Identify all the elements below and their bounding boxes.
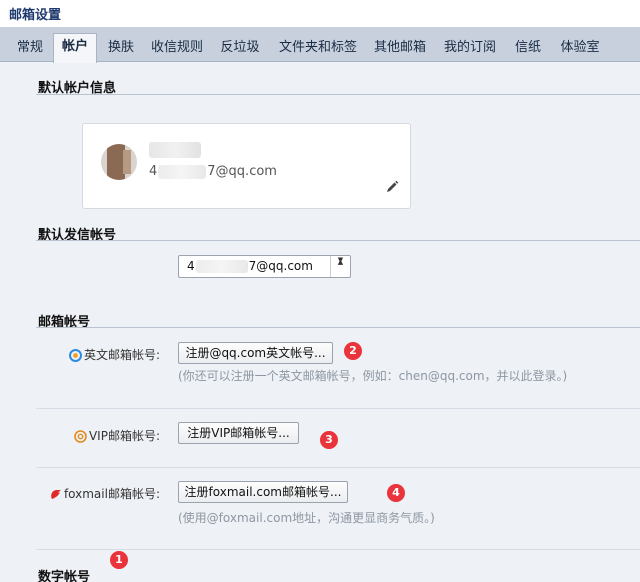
tab-anti-spam[interactable]: 反垃圾 <box>214 35 266 62</box>
foxmail-logo-icon <box>51 490 61 499</box>
tab-skin[interactable]: 换肤 <box>101 35 141 62</box>
vip-account-label: VIP邮箱帐号: <box>60 427 160 444</box>
at-sign-icon <box>74 430 87 443</box>
register-foxmail-account-button[interactable]: 注册foxmail.com邮箱帐号... <box>178 481 348 503</box>
tab-account[interactable]: 帐户 <box>53 33 97 63</box>
annotation-marker-2: 2 <box>344 342 362 360</box>
tab-lab[interactable]: 体验室 <box>554 35 606 62</box>
annotation-marker-1: 1 <box>110 551 128 569</box>
english-account-hint: (你还可以注册一个英文邮箱帐号，例如：chen@qq.com，并以此登录。) <box>178 369 568 383</box>
register-english-account-button[interactable]: 注册@qq.com英文帐号... <box>178 342 333 364</box>
section-divider <box>36 327 640 328</box>
avatar[interactable] <box>101 144 137 180</box>
tab-folders-labels[interactable]: 文件夹和标签 <box>274 35 362 62</box>
tab-my-subscriptions[interactable]: 我的订阅 <box>440 35 500 62</box>
register-vip-account-button[interactable]: 注册VIP邮箱帐号... <box>178 422 299 444</box>
annotation-marker-4: 4 <box>387 484 405 502</box>
row-divider <box>36 408 640 409</box>
tab-general[interactable]: 常规 <box>10 35 50 62</box>
foxmail-account-hint: (使用@foxmail.com地址，沟通更显商务气质。) <box>178 511 435 525</box>
default-sender-select[interactable]: 4 7@qq.com ▲ ▼ <box>178 255 351 278</box>
row-divider <box>36 549 640 550</box>
account-email: 4 7@qq.com <box>149 164 277 179</box>
select-updown-icon: ▲ ▼ <box>330 256 350 277</box>
redacted-nickname <box>149 142 201 158</box>
pencil-edit-icon[interactable] <box>385 180 399 194</box>
annotation-marker-3: 3 <box>320 431 338 449</box>
section-title-digital-account: 数字帐号 <box>38 570 91 582</box>
page-title: 邮箱设置 <box>9 8 62 23</box>
redacted-email-mask <box>195 260 248 273</box>
settings-tab-bar: 常规 帐户 换肤 收信规则 反垃圾 文件夹和标签 其他邮箱 我的订阅 信纸 体验… <box>0 27 640 63</box>
top-bar: 邮箱设置 <box>0 0 640 27</box>
section-divider <box>36 94 640 95</box>
tab-other-mailboxes[interactable]: 其他邮箱 <box>370 35 430 62</box>
english-account-label: 英文邮箱帐号: <box>60 346 160 363</box>
section-divider <box>36 240 640 241</box>
foxmail-account-label: foxmail邮箱帐号: <box>40 485 160 502</box>
row-divider <box>36 467 640 468</box>
tab-receive-rules[interactable]: 收信规则 <box>147 35 207 62</box>
tab-stationery[interactable]: 信纸 <box>510 35 546 62</box>
redacted-email-mask <box>158 164 207 179</box>
qq-mail-icon <box>68 349 82 362</box>
account-card: 4 7@qq.com <box>82 123 411 209</box>
